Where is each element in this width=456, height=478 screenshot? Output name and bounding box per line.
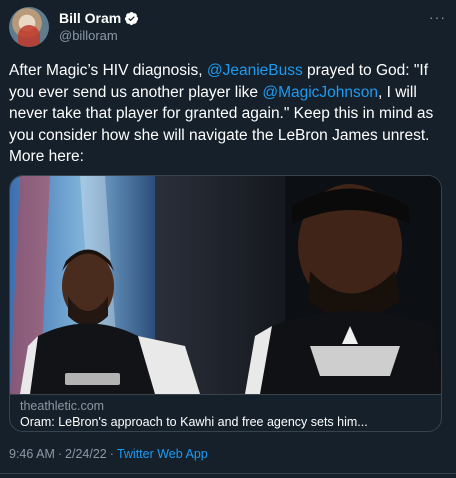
author-info: Bill Oram @billoram <box>59 9 139 45</box>
tweet[interactable]: Bill Oram @billoram ··· After Magic’s HI… <box>0 0 456 478</box>
verified-badge-icon <box>125 11 139 25</box>
avatar[interactable] <box>9 7 49 47</box>
divider <box>0 473 456 474</box>
separator: · <box>57 447 63 461</box>
author-handle[interactable]: @billoram <box>59 27 139 45</box>
tweet-header: Bill Oram @billoram ··· <box>9 7 446 47</box>
tweet-time[interactable]: 9:46 AM <box>9 447 55 461</box>
tweet-text: After Magic’s HIV diagnosis, @JeanieBuss… <box>9 60 449 168</box>
tweet-date[interactable]: 2/24/22 <box>65 447 107 461</box>
tweet-text-segment: After Magic’s HIV diagnosis, <box>9 62 207 79</box>
card-image[interactable] <box>10 176 442 394</box>
card-domain: theathletic.com <box>20 399 105 413</box>
source-app-link[interactable]: Twitter Web App <box>117 447 208 461</box>
more-options-icon[interactable]: ··· <box>429 9 446 25</box>
author-name-row: Bill Oram <box>59 9 139 27</box>
tweet-footer: 9:46 AM · 2/24/22 · Twitter Web App <box>9 447 208 461</box>
separator: · <box>109 447 114 461</box>
mention-link[interactable]: @JeanieBuss <box>207 62 303 79</box>
card-meta[interactable]: theathletic.com Oram: LeBron's approach … <box>10 394 441 431</box>
link-card[interactable]: theathletic.com Oram: LeBron's approach … <box>9 175 442 432</box>
card-title: Oram: LeBron's approach to Kawhi and fre… <box>20 415 368 429</box>
mention-link[interactable]: @MagicJohnson <box>262 84 378 101</box>
author-name[interactable]: Bill Oram <box>59 9 121 27</box>
